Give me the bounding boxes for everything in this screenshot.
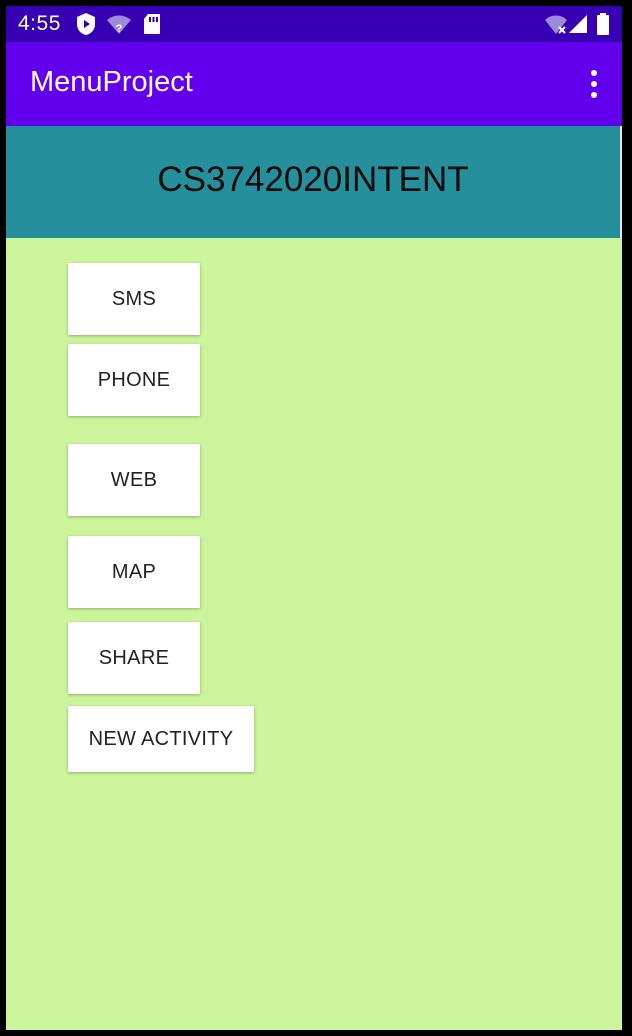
app-title: MenuProject [30,66,193,98]
phone-button[interactable]: PHONE [68,344,200,416]
status-time: 4:55 [18,12,61,35]
svg-text:?: ? [116,23,123,35]
header-banner: CS3742020INTENT [6,126,622,238]
status-bar: 4:55 ? [6,6,622,42]
play-protect-icon [76,12,96,41]
sms-button[interactable]: SMS [68,263,200,335]
header-title: CS3742020INTENT [157,160,469,199]
share-button[interactable]: SHARE [68,622,200,694]
map-button[interactable]: MAP [68,536,200,608]
app-bar: MenuProject [6,42,622,126]
cell-signal-icon [568,14,588,39]
overflow-menu-button[interactable] [582,68,606,100]
more-vert-icon [591,70,597,98]
phone-screen: 4:55 ? MenuProject CS3742020INTENT SMS P… [6,6,622,1030]
wifi-unknown-icon: ? [106,14,132,41]
web-button[interactable]: WEB [68,444,200,516]
wifi-no-internet-icon [544,14,568,41]
sd-card-icon [143,13,161,40]
battery-icon [596,12,610,41]
new-activity-button[interactable]: NEW ACTIVITY [68,706,254,772]
